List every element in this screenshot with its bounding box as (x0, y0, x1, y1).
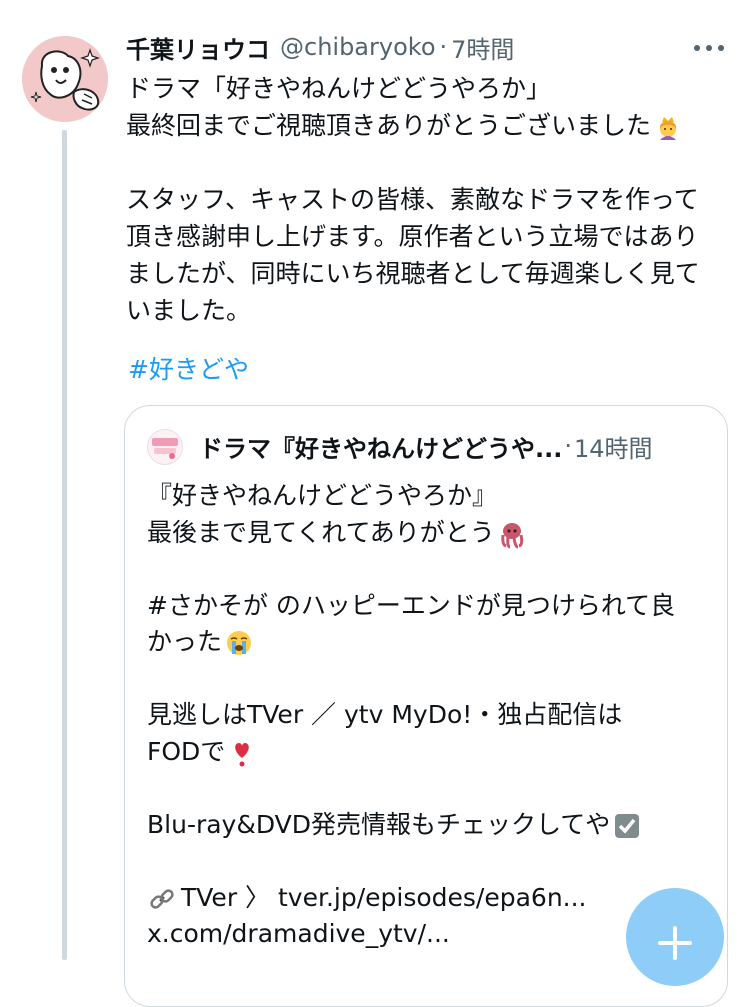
quoted-timestamp[interactable]: 14時間 (574, 429, 653, 464)
logo-icon (152, 438, 178, 459)
author-avatar[interactable] (22, 36, 108, 122)
quoted-line: FODで (147, 734, 717, 771)
tweet-line: 頂き感謝申し上げます。原作者という立場ではあり (126, 222, 699, 251)
avatar-illustration (22, 36, 108, 122)
quoted-text: 『好きやねんけどどうやろか』 最後まで見てくれてありがとう #さかそが のハッピ… (147, 478, 717, 953)
quoted-line: かった (147, 624, 717, 661)
quoted-line: 『好きやねんけどどうやろか』 (147, 481, 498, 510)
separator-dot: · (439, 33, 448, 61)
quoted-line (147, 770, 717, 807)
heart-exclamation-emoji-icon (235, 742, 250, 766)
quoted-line: TVer 〉 tver.jp/episodes/epa6n... (147, 880, 717, 917)
princess-emoji-icon (659, 117, 677, 140)
quoted-line (147, 551, 717, 588)
tweet-timestamp[interactable]: 7時間 (451, 30, 514, 65)
check-box-emoji-icon (615, 813, 640, 838)
link-emoji-icon (150, 888, 174, 909)
quoted-header: ドラマ『好きやねんけどどうや... · 14時間 (199, 428, 653, 464)
author-handle[interactable]: @chibaryoko (280, 33, 436, 61)
quoted-line: #さかそが のハッピーエンドが見つけられて良 (147, 590, 676, 620)
tweet-line: スタッフ、キャストの皆様、素敵なドラマを作って (126, 185, 699, 214)
quoted-author-avatar (147, 429, 183, 465)
compose-button[interactable] (626, 888, 724, 986)
quoted-line (147, 661, 717, 698)
octopus-emoji-icon (501, 522, 523, 548)
more-icon[interactable] (694, 42, 724, 54)
tweet-line (126, 144, 736, 181)
quoted-line: 最後まで見てくれてありがとう (147, 515, 717, 552)
compose-plus-icon (658, 926, 692, 960)
tweet-line: 最終回までご視聴頂きありがとうございました (126, 107, 736, 144)
tweet-line: いました。 (126, 296, 252, 325)
thread-line (62, 130, 67, 960)
crying-face-emoji-icon (227, 631, 252, 655)
tweet-line: ドラマ「好きやねんけどどうやろか」 (126, 74, 552, 103)
quoted-line: Blu-ray&DVD発売情報もチェックしてや (147, 807, 717, 844)
tweet-header: 千葉リョウコ @chibaryoko · 7時間 (126, 30, 514, 64)
tweet-line: ましたが、同時にいち視聴者として毎週楽しく見て (126, 259, 700, 288)
quoted-author-name[interactable]: ドラマ『好きやねんけどどうや... (199, 429, 562, 464)
quoted-line: 見逃しはTVer ／ ytv MyDo!・独占配信は (147, 700, 623, 729)
tweet-text: ドラマ「好きやねんけどどうやろか」 最終回までご視聴頂きありがとうございました … (126, 70, 736, 329)
hashtag-link[interactable]: #好きどや (128, 351, 249, 388)
separator-dot: · (564, 432, 572, 460)
author-name[interactable]: 千葉リョウコ (126, 30, 270, 65)
quoted-line (147, 843, 717, 880)
